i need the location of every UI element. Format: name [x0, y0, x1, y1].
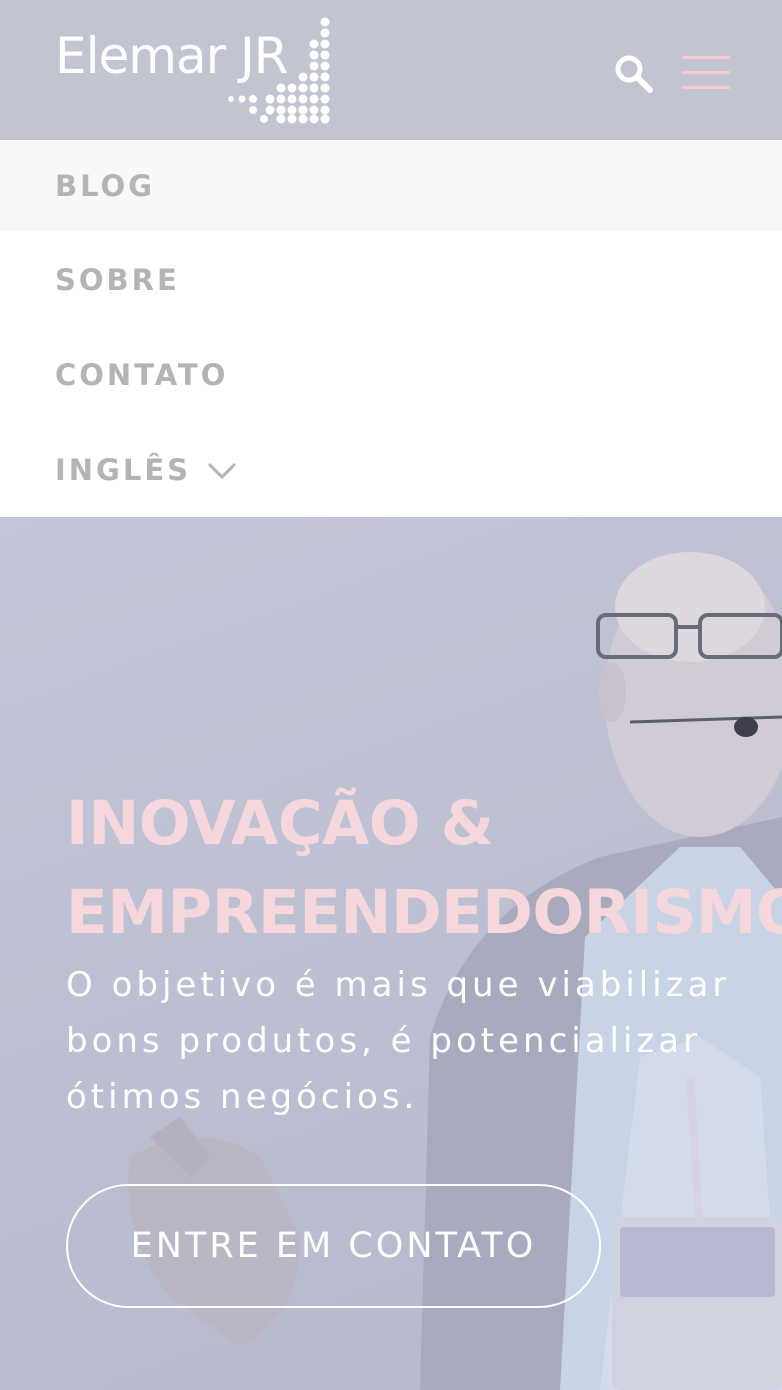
nav-item-label: BLOG	[55, 168, 156, 203]
nav-item-contato[interactable]: CONTATO	[0, 329, 782, 421]
hero-subtitle: O objetivo é mais que viabilizar bons pr…	[66, 965, 731, 1117]
nav-item-blog[interactable]: BLOG	[0, 140, 782, 231]
nav-item-label: SOBRE	[55, 263, 180, 297]
search-button[interactable]	[612, 52, 656, 96]
contact-cta-button[interactable]: ENTRE EM CONTATO	[66, 1184, 601, 1308]
nav-item-label: INGLÊS	[55, 453, 192, 487]
logo-dots-graphic	[228, 17, 330, 124]
hero-section: INOVAÇÃO & EMPREENDEDORISMO O objetivo é…	[0, 517, 782, 1390]
chevron-down-icon	[207, 453, 237, 487]
hero-title-line-1: INOVAÇÃO &	[66, 788, 494, 859]
site-header: Elemar JR	[0, 0, 782, 140]
menu-toggle-button[interactable]	[682, 54, 730, 90]
site-logo[interactable]: Elemar JR	[55, 16, 335, 126]
search-icon	[615, 55, 653, 93]
nav-item-language[interactable]: INGLÊS	[0, 424, 782, 516]
hero-title: INOVAÇÃO & EMPREENDEDORISMO	[66, 779, 782, 957]
main-navigation: BLOG SOBRE CONTATO INGLÊS	[0, 140, 782, 517]
hero-title-line-2: EMPREENDEDORISMO	[66, 877, 782, 948]
nav-item-sobre[interactable]: SOBRE	[0, 234, 782, 326]
hamburger-menu-icon	[682, 56, 730, 89]
nav-item-label: CONTATO	[55, 358, 229, 392]
